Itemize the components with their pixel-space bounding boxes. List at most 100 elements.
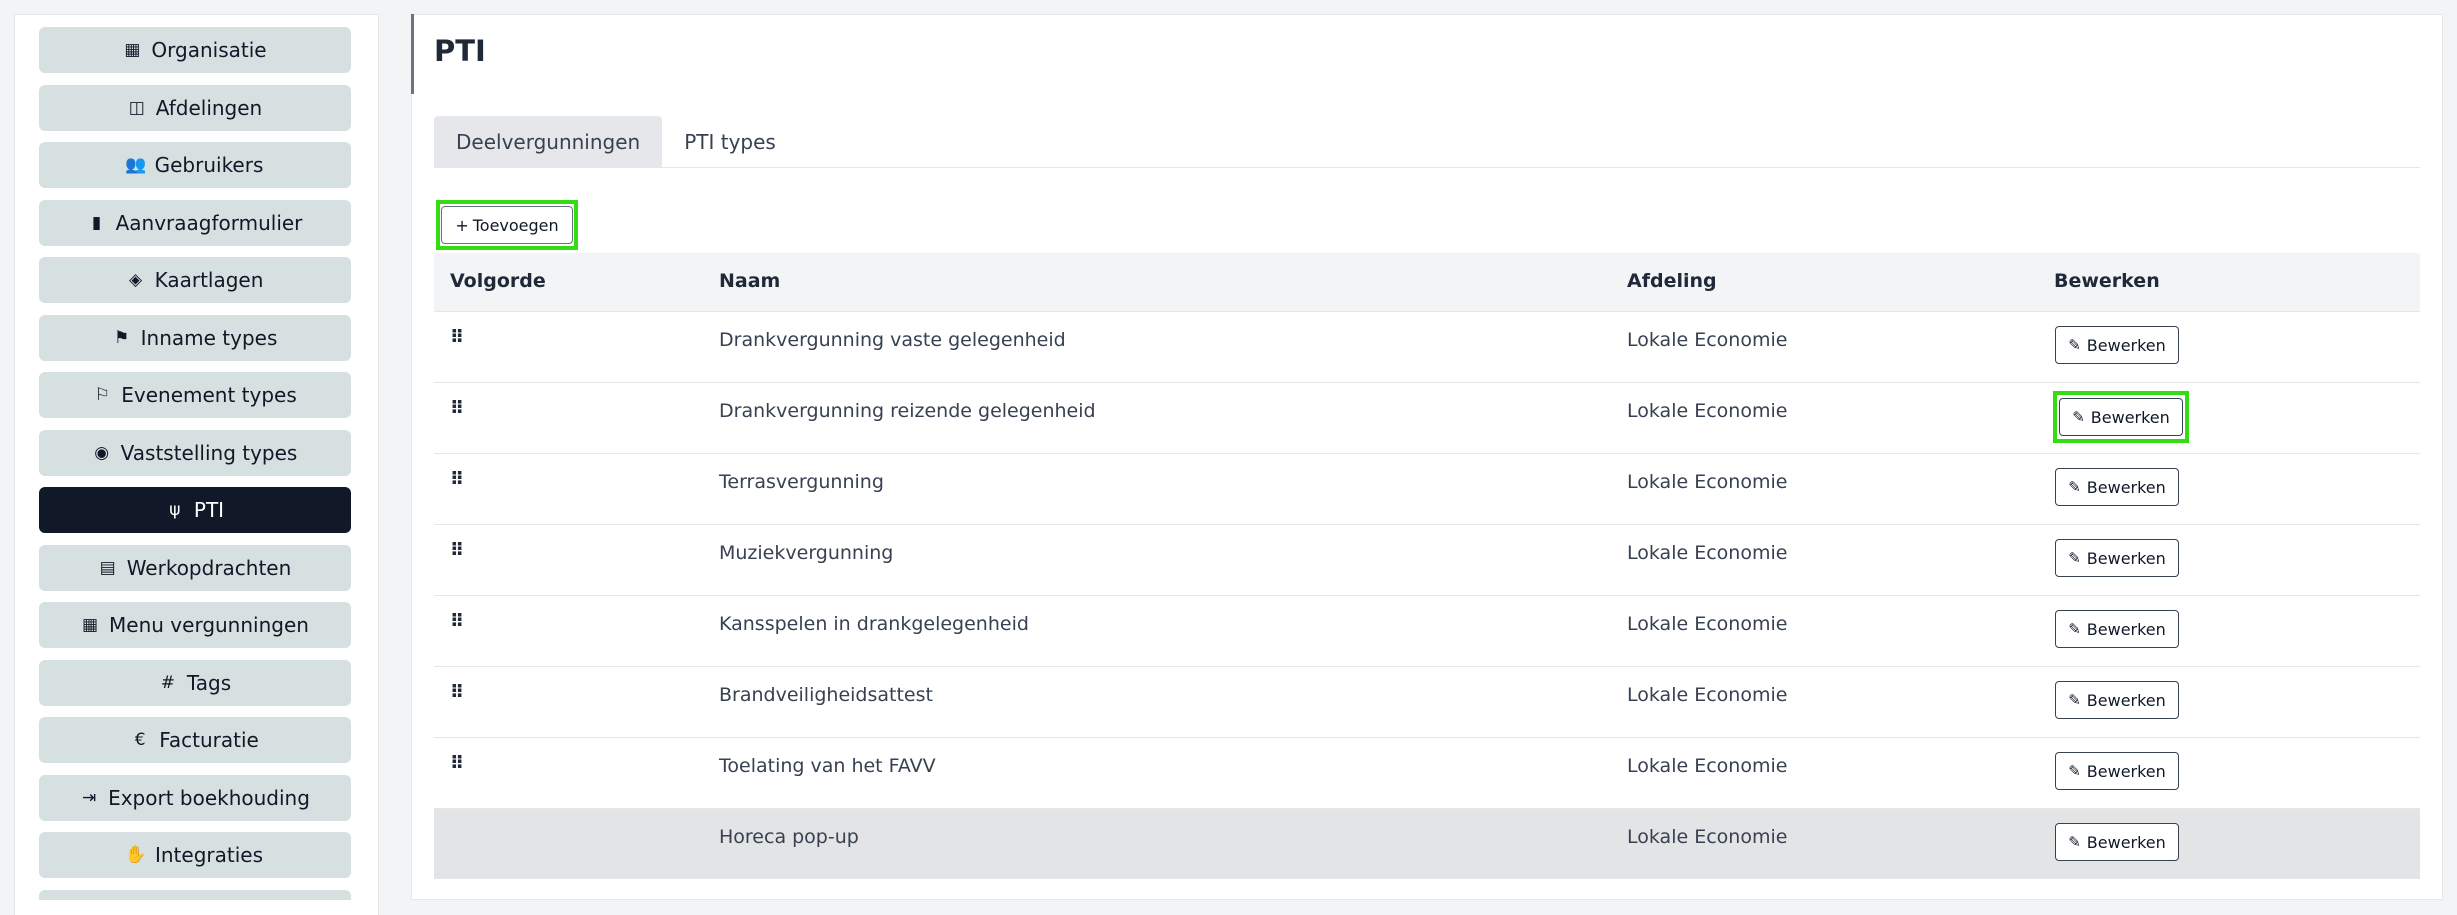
sidebar-item-vaststelling-types[interactable]: ◉ Vaststelling types [39, 429, 351, 476]
sidebar-item-afdelingen[interactable]: ◫ Afdelingen [39, 84, 351, 131]
add-button-highlight: + Toevoegen [436, 200, 578, 250]
sidebar-item-label: Afdelingen [155, 95, 263, 120]
cell-afdeling: Lokale Economie [1627, 613, 1788, 635]
file-export-icon: ⇥ [81, 787, 97, 808]
edit-button-wrap: ✎ Bewerken [2055, 681, 2179, 719]
edit-button-label: Bewerken [2086, 619, 2166, 639]
utensils-icon: ψ [169, 500, 181, 520]
flag-checkered-icon: ⚐ [94, 385, 110, 405]
cell-naam: Toelating van het FAVV [719, 755, 936, 777]
edit-button[interactable]: ✎ Bewerken [2055, 610, 2179, 648]
sidebar-item-partial[interactable] [39, 889, 351, 900]
drag-handle-icon[interactable]: ⠿ [450, 682, 464, 703]
sidebar-item-export-boekhouding[interactable]: ⇥ Export boekhouding [39, 774, 351, 821]
sidebar-item-label: PTI [193, 498, 225, 522]
table-header: Volgorde Naam Afdeling Bewerken [434, 253, 2420, 312]
edit-button[interactable]: ✎ Bewerken [2055, 326, 2179, 364]
add-button[interactable]: + Toevoegen [441, 206, 573, 244]
edit-button-label: Bewerken [2090, 407, 2170, 427]
pencil-icon: ✎ [2068, 478, 2081, 496]
edit-button[interactable]: ✎ Bewerken [2055, 823, 2179, 861]
sidebar-item-label: Integraties [154, 843, 264, 867]
pencil-icon: ✎ [2068, 549, 2081, 567]
edit-button-label: Bewerken [2086, 761, 2166, 781]
header-naam: Naam [719, 270, 781, 292]
tabs-divider [434, 167, 2420, 168]
building-icon: ▦ [124, 40, 141, 60]
add-button-label: Toevoegen [472, 215, 559, 235]
cell-naam: Kansspelen in drankgelegenheid [719, 613, 1029, 635]
sidebar-item-kaartlagen[interactable]: ◈ Kaartlagen [39, 257, 351, 303]
sidebar-item-organisatie[interactable]: ▦ Organisatie [39, 27, 351, 73]
sidebar-item-evenement-types[interactable]: ⚐ Evenement types [39, 372, 351, 418]
sidebar-item-aanvraagformulier[interactable]: ▮ Aanvraagformulier [39, 199, 351, 246]
table-row: ⠿ Terrasvergunning Lokale Economie ✎ Bewerke… [434, 454, 2420, 525]
sidebar-item-label: Aanvraagformulier [115, 210, 303, 235]
table-columns-icon: ◫ [128, 97, 145, 118]
tab-pti-types[interactable]: PTI types [662, 116, 798, 168]
sidebar-item-label: Gebruikers [154, 153, 264, 177]
handshake-icon: ✋ [125, 845, 147, 865]
table-row: ⠿ Kansspelen in drankgelegenheid Lokale Ec… [434, 596, 2420, 667]
cell-afdeling: Lokale Economie [1627, 329, 1788, 351]
sidebar-item-facturatie[interactable]: € Facturatie [39, 717, 351, 763]
edit-button-label: Bewerken [2086, 548, 2166, 568]
plus-icon: + [455, 215, 469, 235]
pencil-icon: ✎ [2068, 620, 2081, 638]
sidebar-item-menu-vergunningen[interactable]: ▦ Menu vergunningen [39, 602, 351, 648]
title-accent-bar [411, 14, 414, 94]
pencil-icon: ✎ [2068, 691, 2081, 709]
drag-handle-icon[interactable]: ⠿ [450, 540, 464, 561]
edit-button-wrap: ✎ Bewerken [2055, 326, 2179, 364]
sidebar-item-label: Menu vergunningen [109, 613, 309, 637]
sidebar-item-label: Export boekhouding [108, 785, 310, 810]
cell-naam: Drankvergunning reizende gelegenheid [719, 400, 1096, 422]
edit-button-wrap: ✎ Bewerken [2055, 752, 2179, 790]
sidebar-item-tags[interactable]: # Tags [39, 659, 351, 706]
table-row: ⠿ Drankvergunning reizende gelegenheid Lok… [434, 383, 2420, 454]
edit-button-label: Bewerken [2086, 477, 2166, 497]
file-icon: ▤ [99, 557, 116, 578]
layers-icon: ◈ [129, 270, 143, 290]
edit-button[interactable]: ✎ Bewerken [2059, 398, 2183, 436]
sidebar-item-werkopdrachten[interactable]: ▤ Werkopdrachten [39, 544, 351, 591]
sidebar-item-label: Werkopdrachten [126, 555, 292, 580]
drag-handle-icon[interactable]: ⠿ [450, 753, 464, 774]
header-bewerken: Bewerken [2054, 270, 2160, 292]
pencil-icon: ✎ [2068, 762, 2081, 780]
sidebar-item-label: Facturatie [159, 728, 259, 752]
edit-button-highlight: ✎ Bewerken [2053, 391, 2189, 443]
euro-icon: € [134, 730, 146, 750]
page-title: PTI [434, 34, 486, 68]
sidebar-item-label: Organisatie [151, 38, 267, 62]
edit-button[interactable]: ✎ Bewerken [2055, 752, 2179, 790]
tab-deelvergunningen[interactable]: Deelvergunningen [434, 116, 663, 168]
sidebar-item-gebruikers[interactable]: 👥 Gebruikers [39, 142, 351, 188]
sidebar-item-label: Inname types [140, 325, 278, 350]
drag-handle-icon[interactable]: ⠿ [450, 327, 464, 348]
edit-button[interactable]: ✎ Bewerken [2055, 468, 2179, 506]
cell-naam: Horeca pop-up [719, 826, 859, 848]
sidebar-item-label: Kaartlagen [154, 268, 264, 292]
table-list-icon: ▦ [82, 615, 99, 635]
drag-handle-icon[interactable]: ⠿ [450, 611, 464, 632]
edit-button-label: Bewerken [2086, 832, 2166, 852]
edit-button[interactable]: ✎ Bewerken [2055, 681, 2179, 719]
cell-naam: Drankvergunning vaste gelegenheid [719, 329, 1066, 351]
table-row: Horeca pop-up Lokale Economie ✎ Bewerken [434, 809, 2420, 879]
sidebar-item-pti[interactable]: ψ PTI [39, 487, 351, 533]
sidebar-item-inname-types[interactable]: ⚑ Inname types [39, 314, 351, 361]
cell-afdeling: Lokale Economie [1627, 542, 1788, 564]
table-row: ⠿ Toelating van het FAVV Lokale Economie ✎ B… [434, 738, 2420, 809]
clipboard-icon: ▮ [91, 212, 102, 233]
edit-button-wrap: ✎ Bewerken [2055, 823, 2179, 861]
drag-handle-icon[interactable]: ⠿ [450, 398, 464, 419]
cell-afdeling: Lokale Economie [1627, 471, 1788, 493]
drag-handle-icon[interactable]: ⠿ [450, 469, 464, 490]
pencil-icon: ✎ [2068, 833, 2081, 851]
sidebar-item-integraties[interactable]: ✋ Integraties [39, 832, 351, 878]
header-volgorde: Volgorde [450, 270, 546, 292]
cell-afdeling: Lokale Economie [1627, 400, 1788, 422]
deelvergunningen-table: Volgorde Naam Afdeling Bewerken ⠿ Drankve… [434, 253, 2420, 879]
edit-button[interactable]: ✎ Bewerken [2055, 539, 2179, 577]
